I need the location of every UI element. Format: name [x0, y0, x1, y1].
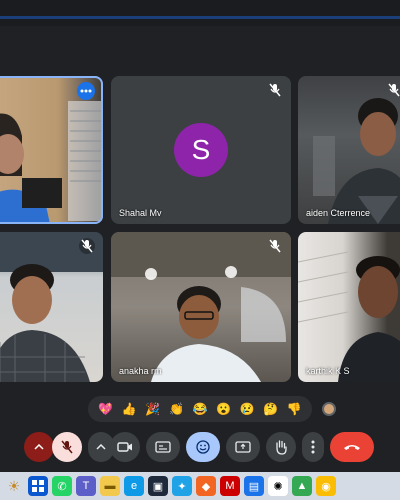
hand-icon	[276, 440, 287, 455]
chatgpt-icon[interactable]: ✺	[268, 476, 288, 496]
meet-screen: S Shahal Mv aiden Cterrence anakha rm ka…	[0, 0, 400, 500]
reaction-thinking[interactable]: 🤔	[263, 403, 278, 415]
participant-name: karthik K S	[306, 366, 350, 376]
more-options-icon	[80, 89, 92, 93]
os-taskbar: ☀ ✆ T ▬ e ▣ ✦ ◆ M ▤ ✺ ▲ ◉	[0, 472, 400, 500]
reaction-party[interactable]: 🎉	[145, 403, 160, 415]
reaction-surprised[interactable]: 😮	[216, 403, 231, 415]
participant-name: anakha rm	[119, 366, 162, 376]
whatsapp-icon[interactable]: ✆	[52, 476, 72, 496]
captions-button[interactable]	[146, 432, 180, 462]
weather-icon[interactable]: ☀	[4, 476, 24, 496]
participant-video-4	[0, 232, 103, 382]
mic-toggle-button[interactable]	[52, 432, 82, 462]
mic-off-icon	[61, 440, 73, 454]
camera-toggle-button[interactable]	[110, 432, 140, 462]
leave-call-button[interactable]	[330, 432, 374, 462]
hang-up-icon	[344, 445, 360, 450]
participant-tile-5[interactable]: anakha rm	[111, 232, 291, 382]
docs-icon[interactable]: ▤	[244, 476, 264, 496]
camera-icon	[117, 442, 132, 452]
captions-icon	[155, 441, 171, 453]
avatar: S	[174, 123, 228, 177]
skin-tone-button[interactable]	[322, 402, 336, 416]
avatar-letter: S	[191, 134, 211, 165]
mic-off-icon	[267, 82, 283, 98]
store-icon[interactable]: ▣	[148, 476, 168, 496]
mic-options-button[interactable]	[24, 432, 54, 462]
brave-icon[interactable]: ◆	[196, 476, 216, 496]
more-vert-icon	[311, 440, 315, 454]
mcafee-icon[interactable]: M	[220, 476, 240, 496]
participant-tile-3[interactable]: aiden Cterrence	[298, 76, 400, 224]
participant-name: aiden Cterrence	[306, 208, 371, 218]
top-accent	[0, 16, 400, 19]
reaction-thumbs-down[interactable]: 👎	[287, 403, 302, 415]
participant-tile-2[interactable]: S Shahal Mv	[111, 76, 291, 224]
reaction-thumbs-up[interactable]: 👍	[122, 403, 137, 415]
present-icon	[235, 441, 251, 453]
reaction-heart[interactable]: 💖	[98, 403, 113, 415]
reaction-clap[interactable]: 👏	[169, 403, 184, 415]
start-icon[interactable]	[28, 476, 48, 496]
participant-video-6	[298, 251, 400, 382]
app-icon[interactable]: ✦	[172, 476, 192, 496]
call-controls	[0, 430, 400, 466]
smiley-icon	[196, 440, 210, 454]
reaction-sad[interactable]: 😢	[240, 403, 255, 415]
reactions-button[interactable]	[186, 432, 220, 462]
top-bar	[0, 0, 400, 26]
participant-name: Shahal Mv	[119, 208, 162, 218]
present-screen-button[interactable]	[226, 432, 260, 462]
reaction-laugh[interactable]: 😂	[192, 403, 207, 415]
teams-icon[interactable]: T	[76, 476, 96, 496]
raise-hand-button[interactable]	[266, 432, 296, 462]
participant-tile-1[interactable]	[0, 76, 103, 224]
more-options-button[interactable]	[302, 432, 324, 462]
chevron-up-icon	[34, 444, 44, 450]
participant-tile-4[interactable]	[0, 232, 103, 382]
participant-tile-6[interactable]: karthik K S	[298, 232, 400, 382]
mic-off-icon	[267, 238, 283, 254]
chrome-icon[interactable]: ◉	[316, 476, 336, 496]
mic-off-icon	[386, 82, 400, 98]
participant-video-5	[111, 232, 291, 382]
mic-off-icon	[79, 238, 95, 254]
chevron-up-icon	[96, 444, 106, 450]
edge-icon[interactable]: e	[124, 476, 144, 496]
participant-video-3	[313, 98, 400, 224]
file-explorer-icon[interactable]: ▬	[100, 476, 120, 496]
more-options-button[interactable]	[77, 82, 95, 100]
drive-icon[interactable]: ▲	[292, 476, 312, 496]
reactions-bar: 💖 👍 🎉 👏 😂 😮 😢 🤔 👎	[88, 396, 312, 422]
